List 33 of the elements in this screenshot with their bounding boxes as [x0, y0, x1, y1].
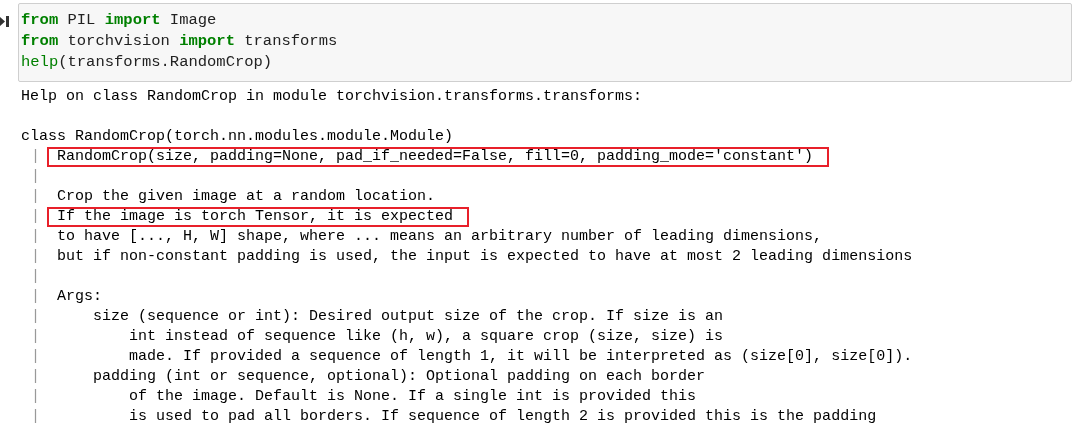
docstring-margin-label: | [31, 207, 41, 227]
output-line: to have [..., H, W] shape, where ... means an arbitrary number of leading dimensions, [57, 227, 823, 247]
docstring-margin-label: | [31, 407, 41, 427]
output-line: is used to pad all borders. If sequence of length 2 is provided this is the padding [128, 407, 877, 427]
output-line: of the image. Default is None. If a single int is provided this [128, 387, 697, 407]
docstring-margin-label: | [31, 387, 41, 407]
code-line: from torchvision import transforms [21, 31, 339, 52]
docstring-margin-label: | [31, 227, 41, 247]
output-line: RandomCrop(size, padding=None, pad_if_needed=False, fill=0, padding_mode='constant') [57, 149, 814, 165]
output-line: padding (int or sequence, optional): Optional padding on each border [92, 367, 706, 387]
docstring-margin-label: | [31, 347, 41, 367]
output-line: made. If provided a sequence of length 1, it will be interpreted as (size[0], size[0]). [128, 347, 913, 367]
code-cell[interactable]: from PIL import Image from torchvision import transforms help(transforms.RandomCrop) [18, 3, 1072, 82]
code-line: help(transforms.RandomCrop) [21, 52, 274, 73]
docstring-margin-label: | [31, 307, 41, 327]
docstring-margin-label: | [31, 247, 41, 267]
run-icon[interactable] [0, 16, 9, 27]
code-line: from PIL import Image [21, 10, 218, 31]
output-line: Args: [57, 287, 102, 307]
output-line: int instead of sequence like (h, w), a square crop (size, size) is [128, 327, 724, 347]
docstring-margin-label: | [31, 267, 41, 287]
output-line: size (sequence or int): Desired output size of the crop. If size is an [92, 307, 724, 327]
output-line: but if non-constant padding is used, the input is expected to have at most 2 leading dimensions [57, 247, 913, 267]
docstring-margin-label: | [31, 367, 41, 387]
output-line: If the image is torch Tensor, it is expected [57, 209, 454, 225]
docstring-margin-label: | [31, 327, 41, 347]
output-line: class RandomCrop(torch.nn.modules.module.Module) [21, 127, 454, 147]
output-line: Crop the given image at a random location. [57, 187, 436, 207]
docstring-margin-label: | [31, 147, 41, 167]
output-line: Help on class RandomCrop in module torchvision.transforms.transforms: [21, 87, 643, 107]
docstring-margin-label: | [31, 287, 41, 307]
docstring-margin-label: | [31, 167, 41, 187]
docstring-margin-label: | [31, 187, 41, 207]
